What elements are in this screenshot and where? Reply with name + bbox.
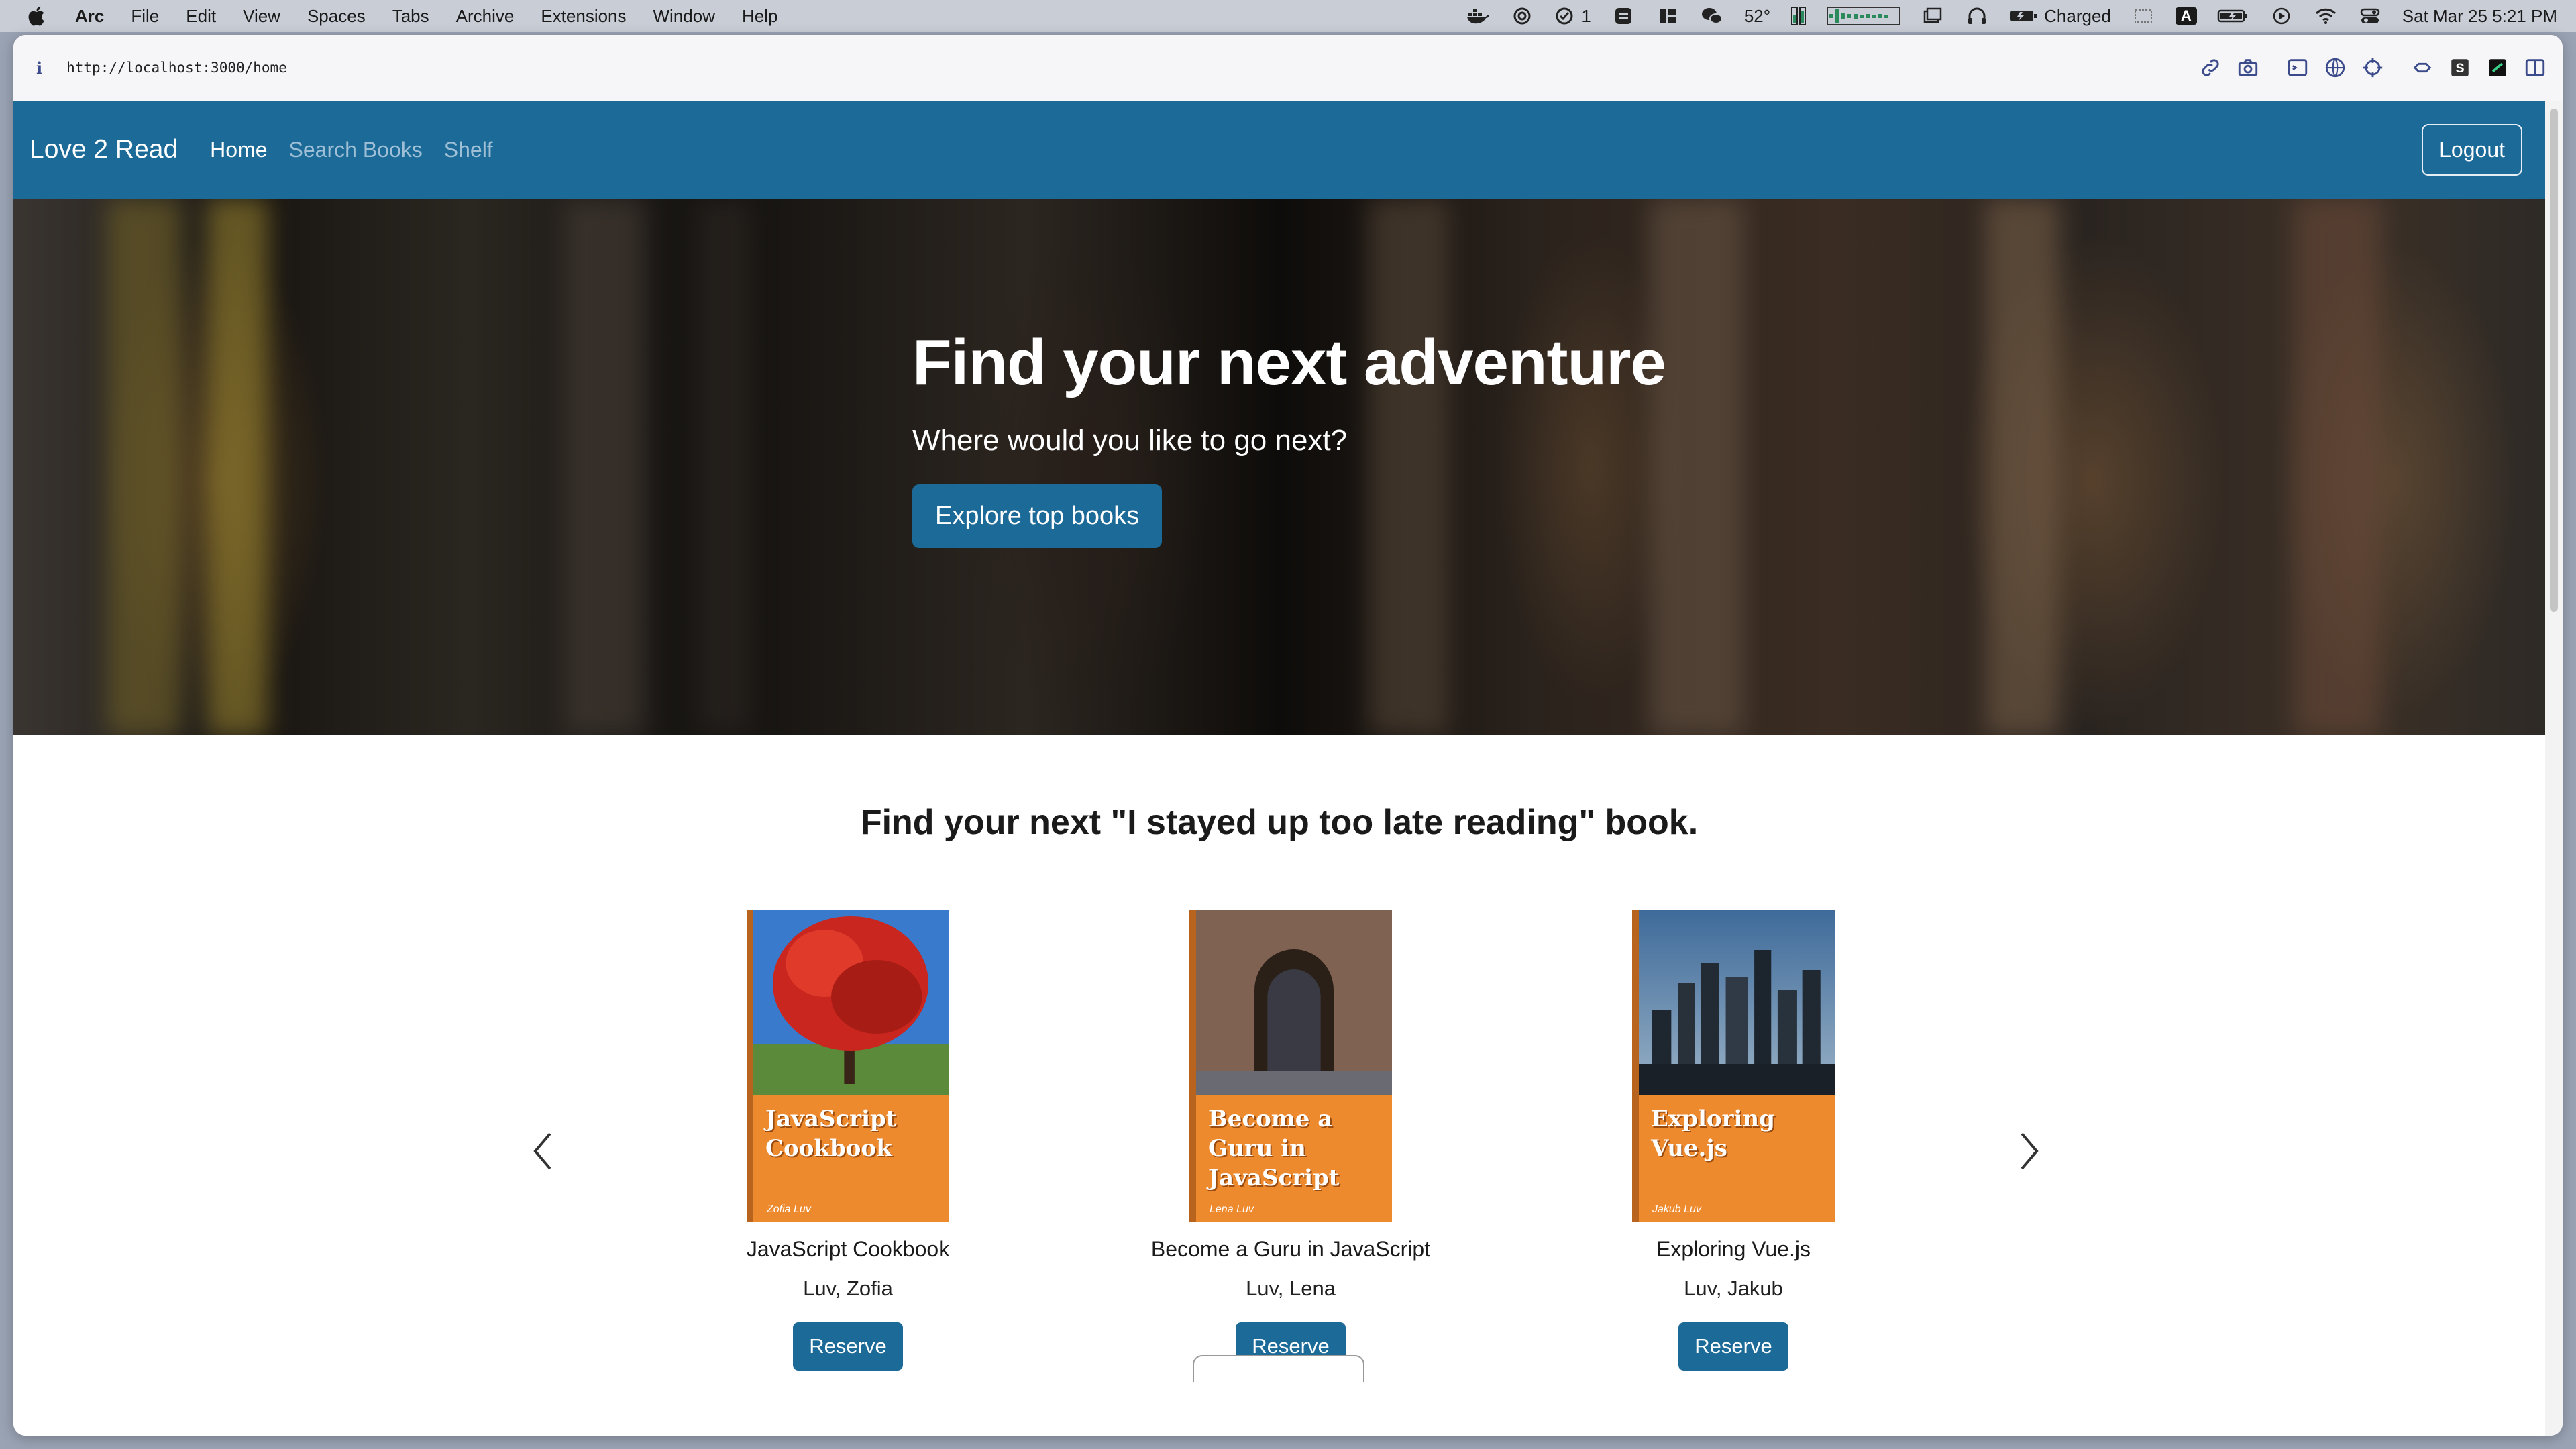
hero-title: Find your next adventure [912, 327, 1666, 398]
globe-icon[interactable] [2324, 56, 2347, 79]
battery-icon[interactable] [2217, 6, 2249, 26]
menu-tabs[interactable]: Tabs [392, 6, 429, 27]
reserve-button[interactable]: Reserve [793, 1322, 903, 1371]
cover-title: Become a Guru in JavaScript [1208, 1106, 1340, 1191]
cover-photo-archway [1196, 910, 1392, 1095]
book-cover[interactable]: Exploring Vue.js Jakub Luv [1632, 910, 1835, 1222]
book-author: Luv, Zofia [803, 1277, 893, 1300]
wifi-icon[interactable] [2314, 6, 2338, 26]
updates-indicator[interactable]: 1 [1554, 6, 1591, 27]
menu-spaces[interactable]: Spaces [307, 6, 366, 27]
book-title: JavaScript Cookbook [746, 1237, 950, 1261]
creative-cloud-icon[interactable] [1510, 6, 1534, 26]
explore-top-books-button[interactable]: Explore top books [912, 484, 1163, 548]
temperature-value: 52° [1743, 5, 1771, 26]
book-cover[interactable]: Become a Guru in JavaScript Lena Luv [1189, 910, 1392, 1222]
headphones-icon[interactable] [1965, 6, 1989, 26]
play-icon[interactable] [2269, 6, 2294, 26]
book-author: Luv, Lena [1246, 1277, 1336, 1300]
book-title: Become a Guru in JavaScript [1150, 1237, 1431, 1261]
scrollbar-thumb[interactable] [2550, 109, 2558, 612]
green-extension-icon[interactable] [2486, 56, 2509, 79]
s-extension-icon[interactable]: S [2449, 56, 2471, 79]
memory-gauge-icon[interactable] [1790, 6, 1807, 26]
window-switch-icon[interactable] [1921, 6, 1945, 26]
menu-view[interactable]: View [243, 6, 280, 27]
book-card: Become a Guru in JavaScript Lena Luv Bec… [1143, 910, 1438, 1371]
book-card: JavaScript Cookbook Zofia Luv JavaScript… [700, 910, 996, 1371]
carousel-next-arrow[interactable] [2015, 1130, 2042, 1173]
address-bar: i http://localhost:3000/home S [13, 35, 2563, 101]
svg-text:S: S [2455, 61, 2464, 76]
site-navbar: Love 2 Read Home Search Books Shelf Logo… [13, 101, 2545, 199]
logout-button[interactable]: Logout [2422, 123, 2522, 176]
display-icon[interactable] [2131, 6, 2155, 26]
page-scrollbar[interactable] [2545, 101, 2563, 1436]
nav-shelf[interactable]: Shelf [444, 138, 493, 162]
layout-icon[interactable] [1656, 6, 1680, 26]
menu-window[interactable]: Window [653, 6, 715, 27]
cover-title: JavaScript Cookbook [765, 1106, 897, 1162]
extensions-icon[interactable] [2411, 56, 2434, 79]
url-text[interactable]: http://localhost:3000/home [66, 60, 287, 76]
book-title: Exploring Vue.js [1656, 1237, 1811, 1261]
cover-author: Lena Luv [1210, 1203, 1254, 1215]
menubar-clock[interactable]: Sat Mar 25 5:21 PM [2402, 6, 2557, 27]
nav-home[interactable]: Home [210, 138, 267, 162]
target-icon[interactable] [2361, 56, 2384, 79]
notes-icon[interactable] [1611, 6, 1635, 26]
menu-archive[interactable]: Archive [456, 6, 515, 27]
cover-author: Zofia Luv [767, 1203, 811, 1215]
copy-link-icon[interactable] [2199, 56, 2222, 79]
menu-bar: Arc File Edit View Spaces Tabs Archive E… [0, 0, 2576, 32]
site-brand[interactable]: Love 2 Read [30, 135, 178, 164]
browser-window: i http://localhost:3000/home S Love 2 Re… [13, 35, 2563, 1436]
menu-edit[interactable]: Edit [186, 6, 216, 27]
menu-app-name[interactable]: Arc [75, 6, 104, 27]
hero-subtitle: Where would you like to go next? [912, 424, 1348, 457]
reserve-button[interactable]: Reserve [1678, 1322, 1788, 1371]
temperature-readout: 52° [1744, 6, 1770, 27]
sidebar-toggle-icon[interactable] [2524, 56, 2546, 79]
carousel-prev-arrow[interactable] [530, 1130, 557, 1173]
book-cover[interactable]: JavaScript Cookbook Zofia Luv [747, 910, 949, 1222]
book-card: Exploring Vue.js Jakub Luv Exploring Vue… [1586, 910, 1881, 1371]
menu-file[interactable]: File [131, 6, 159, 27]
cover-photo-tree [753, 910, 949, 1095]
menu-extensions[interactable]: Extensions [541, 6, 626, 27]
cover-author: Jakub Luv [1652, 1203, 1701, 1215]
camera-icon[interactable] [2237, 56, 2259, 79]
partially-visible-button[interactable] [1193, 1355, 1364, 1382]
control-center-icon[interactable] [2358, 6, 2382, 26]
keyboard-input-indicator[interactable]: A [2175, 7, 2197, 25]
cpu-history-graph[interactable] [1827, 7, 1901, 25]
wechat-icon[interactable] [1700, 6, 1724, 26]
nav-search-books[interactable]: Search Books [289, 138, 423, 162]
menu-help[interactable]: Help [742, 6, 777, 27]
cover-photo-skyline [1639, 910, 1835, 1095]
cover-title: Exploring Vue.js [1651, 1106, 1775, 1162]
updates-count: 1 [1581, 5, 1591, 26]
books-section-title: Find your next "I stayed up too late rea… [860, 803, 1699, 842]
page-viewport: Love 2 Read Home Search Books Shelf Logo… [13, 101, 2545, 1436]
terminal-icon[interactable] [2286, 56, 2309, 79]
docker-icon[interactable] [1466, 6, 1490, 26]
battery-label: Charged [2044, 5, 2111, 26]
site-info-icon[interactable]: i [36, 58, 42, 78]
battery-status[interactable]: Charged [2009, 6, 2111, 27]
book-author: Luv, Jakub [1684, 1277, 1783, 1300]
hero-banner: Find your next adventure Where would you… [13, 199, 2545, 735]
apple-icon[interactable] [25, 5, 46, 28]
